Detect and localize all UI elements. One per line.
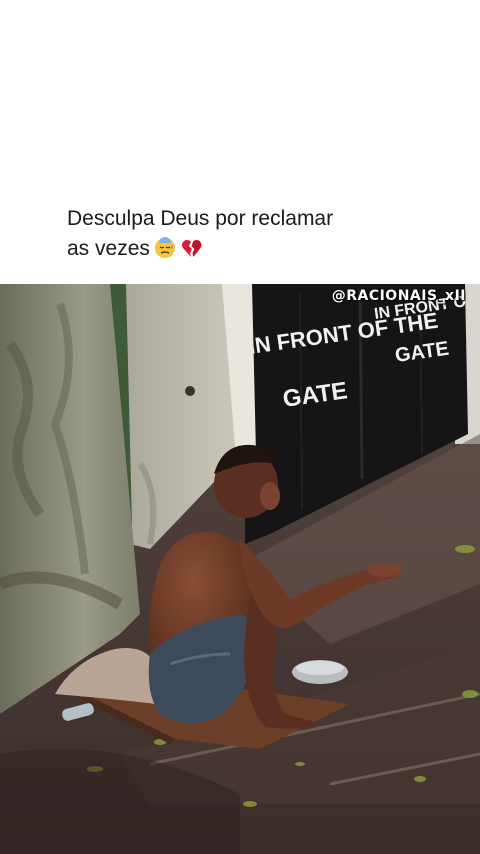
caption-line-1: Desculpa Deus por reclamar — [67, 207, 334, 230]
street-scene: IN FRONT OF THE GATE IN FRONT O GATE — [0, 284, 480, 854]
open-hand — [367, 563, 403, 577]
caption: Desculpa Deus por reclamar as vezes — [67, 204, 407, 268]
downcast-face-with-sweat-icon — [154, 237, 176, 268]
broken-heart-icon — [180, 237, 202, 268]
caption-line-2-text: as vezes — [67, 237, 150, 260]
photo: IN FRONT OF THE GATE IN FRONT O GATE @RA… — [0, 284, 480, 854]
watermark: @RACIONAIS_xII — [331, 288, 466, 304]
caption-line-2: as vezes — [67, 234, 407, 268]
